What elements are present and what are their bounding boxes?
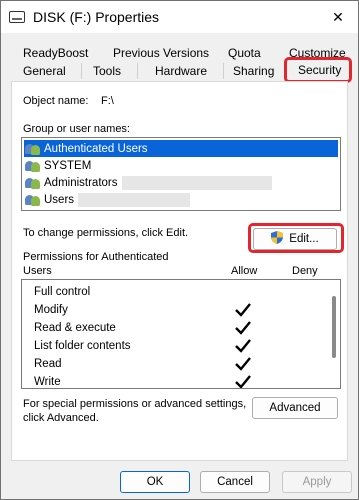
user-name: Administrators <box>44 176 118 189</box>
user-name: SYSTEM <box>44 159 92 172</box>
close-button[interactable]: ✕ <box>328 7 348 27</box>
cancel-button[interactable]: Cancel <box>200 471 270 493</box>
user-group-icon <box>24 142 42 156</box>
deny-header: Deny <box>292 265 318 277</box>
permissions-label-user: Users <box>23 265 52 277</box>
list-item[interactable]: SYSTEM <box>24 157 338 174</box>
tab-hardware[interactable]: Hardware <box>155 64 207 78</box>
list-item[interactable]: Authenticated Users <box>24 140 338 157</box>
user-group-icon <box>24 159 42 173</box>
tab-tools[interactable]: Tools <box>93 64 121 78</box>
redacted-text <box>121 175 272 190</box>
permission-name: Write <box>34 376 61 388</box>
group-names-label: Group or user names: <box>23 123 130 135</box>
permission-name: Read <box>34 358 62 370</box>
window-title: DISK (F:) Properties <box>33 9 160 25</box>
allow-check-icon <box>235 339 251 353</box>
permission-row: Full control <box>34 284 314 302</box>
permission-row: Read & execute <box>34 320 314 338</box>
tab-readyboost[interactable]: ReadyBoost <box>23 46 88 60</box>
permission-name: Read & execute <box>34 322 116 334</box>
permission-name: Modify <box>34 304 68 316</box>
allow-check-icon <box>235 321 251 335</box>
tab-divider <box>223 63 224 79</box>
permission-row: List folder contents <box>34 338 314 356</box>
permission-name: List folder contents <box>34 340 131 352</box>
security-tab-highlight <box>284 57 352 83</box>
advanced-text-line2: click Advanced. <box>23 412 99 424</box>
permissions-list[interactable]: Full control Modify Read & execute List … <box>21 279 341 389</box>
allow-check-icon <box>235 375 251 388</box>
allow-header: Allow <box>231 265 258 277</box>
list-item[interactable]: Users <box>24 191 338 208</box>
user-group-icon <box>24 176 42 190</box>
user-group-icon <box>24 193 42 207</box>
object-name-label: Object name: <box>23 95 89 107</box>
tab-previous-versions[interactable]: Previous Versions <box>113 46 209 60</box>
permission-row: Read <box>34 356 314 374</box>
permission-row: Modify <box>34 302 314 320</box>
tab-divider <box>81 63 82 79</box>
tab-general[interactable]: General <box>23 64 66 78</box>
user-name: Users <box>44 193 75 206</box>
advanced-text: For special permissions or advanced sett… <box>23 398 247 410</box>
permission-row: Write <box>34 374 314 388</box>
object-name-value: F:\ <box>101 95 114 107</box>
advanced-button[interactable]: Advanced <box>252 397 338 419</box>
user-list[interactable]: Authenticated Users SYSTEM Administrator… <box>21 137 341 211</box>
change-permissions-text: To change permissions, click Edit. <box>23 227 189 239</box>
user-name: Authenticated Users <box>44 142 148 155</box>
allow-check-icon <box>235 303 251 317</box>
permission-name: Full control <box>34 286 91 298</box>
ok-button[interactable]: OK <box>120 471 190 493</box>
edit-button-highlight <box>248 223 344 253</box>
redacted-text <box>78 192 191 207</box>
drive-icon <box>9 11 25 23</box>
tab-quota[interactable]: Quota <box>228 46 261 60</box>
properties-window: DISK (F:) Properties ✕ ReadyBoost Previo… <box>0 0 359 500</box>
dialog-footer: OK Cancel Apply <box>1 461 358 499</box>
permissions-scrollbar[interactable] <box>332 296 336 358</box>
list-item[interactable]: Administrators <box>24 174 338 191</box>
permissions-label: Permissions for Authenticated <box>23 251 169 263</box>
tab-divider <box>137 63 138 79</box>
tab-sharing[interactable]: Sharing <box>233 64 274 78</box>
allow-check-icon <box>235 357 251 371</box>
title-bar[interactable]: DISK (F:) Properties ✕ <box>1 1 358 33</box>
apply-button[interactable]: Apply <box>282 471 352 493</box>
